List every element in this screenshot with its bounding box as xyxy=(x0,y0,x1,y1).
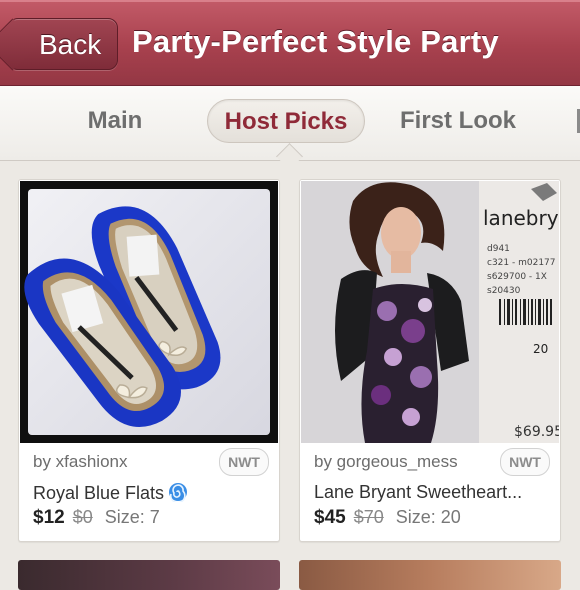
tag-code-3: s629700 - 1X xyxy=(487,272,547,282)
back-button-label: Back xyxy=(39,29,102,60)
page-title: Party-Perfect Style Party xyxy=(132,24,499,59)
size-label: Size: 7 xyxy=(104,507,160,527)
seller-name[interactable]: by xfashionx xyxy=(33,452,128,472)
listing-card-partial[interactable] xyxy=(299,560,561,590)
price-row: $45 $70 Size: 20 xyxy=(314,507,461,529)
tab-first-look[interactable]: First Look xyxy=(390,99,526,143)
original-price: $70 xyxy=(353,507,384,527)
tag-price-text: $69.95 xyxy=(514,424,559,440)
tab-main[interactable]: Main xyxy=(70,99,160,143)
blue-ballet-flats-photo[interactable] xyxy=(20,181,278,443)
original-price: $0 xyxy=(72,507,93,527)
listing-title-text: Royal Blue Flats xyxy=(33,483,165,503)
tag-code-4: s20430 xyxy=(487,286,521,296)
price-row: $12 $0 Size: 7 xyxy=(33,507,160,529)
spiral-emoji-icon xyxy=(168,482,188,507)
photo-image xyxy=(20,181,278,443)
nav-bar: Back Party-Perfect Style Party xyxy=(0,0,580,86)
photo-image: lanebrya d941 c321 - m02177 s629700 - 1X… xyxy=(301,181,559,443)
tag-code-1: d941 xyxy=(487,244,510,254)
tag-brand-text: lanebrya xyxy=(483,206,559,230)
listing-title[interactable]: Lane Bryant Sweetheart... xyxy=(314,482,550,503)
tab-host-picks[interactable]: Host Picks xyxy=(207,99,365,143)
floral-dress-photo[interactable]: lanebrya d941 c321 - m02177 s629700 - 1X… xyxy=(301,181,559,443)
price: $12 xyxy=(33,507,65,528)
back-button[interactable]: Back xyxy=(8,18,118,70)
price: $45 xyxy=(314,507,346,528)
listing-card[interactable]: by xfashionx NWT Royal Blue Flats $12 $0 S… xyxy=(18,179,280,542)
seller-name[interactable]: by gorgeous_mess xyxy=(314,452,458,472)
listing-card[interactable]: lanebrya d941 c321 - m02177 s629700 - 1X… xyxy=(299,179,561,542)
size-label: Size: 20 xyxy=(395,507,461,527)
listing-card-partial[interactable] xyxy=(18,560,280,590)
condition-badge: NWT xyxy=(500,448,550,476)
listing-title[interactable]: Royal Blue Flats xyxy=(33,482,269,507)
tag-size-text: 20 xyxy=(533,342,548,356)
tag-code-2: c321 - m02177 xyxy=(487,258,556,268)
condition-badge: NWT xyxy=(219,448,269,476)
